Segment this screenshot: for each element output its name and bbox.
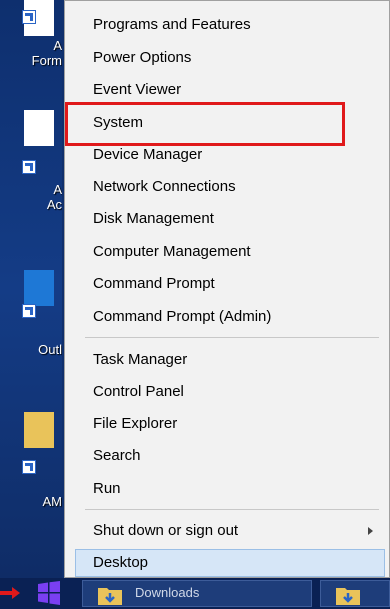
desktop-shortcut-label-1: A Form bbox=[31, 38, 62, 68]
taskbar-item-label: Downloads bbox=[135, 585, 200, 600]
folder-icon bbox=[336, 588, 360, 605]
menu-item-programs-features[interactable]: Programs and Features bbox=[93, 11, 251, 39]
taskbar-item-downloads[interactable]: Downloads bbox=[82, 580, 312, 607]
submenu-arrow-icon bbox=[368, 527, 373, 535]
folder-icon bbox=[24, 412, 54, 448]
desktop-shortcut-label-2: A Ac bbox=[46, 182, 62, 212]
menu-item-control-panel[interactable]: Control Panel bbox=[93, 378, 184, 406]
menu-separator bbox=[85, 337, 379, 338]
annotation-arrow-icon bbox=[0, 587, 20, 599]
desktop-shortcut-label-3: Outl bbox=[38, 342, 62, 357]
desktop-shortcut-1[interactable]: A Form bbox=[0, 0, 62, 80]
desktop-shortcut-label-4: AM bbox=[42, 494, 63, 509]
outlook-icon bbox=[24, 270, 54, 306]
menu-item-task-manager[interactable]: Task Manager bbox=[93, 346, 187, 374]
menu-item-command-prompt[interactable]: Command Prompt bbox=[93, 270, 215, 298]
winx-context-menu: Programs and Features Power Options Even… bbox=[64, 0, 390, 578]
windows-start-icon[interactable] bbox=[38, 581, 60, 605]
document-icon bbox=[24, 110, 54, 146]
desktop-shortcut-4[interactable]: AM bbox=[0, 412, 62, 522]
shortcut-arrow-icon bbox=[22, 304, 36, 318]
menu-item-disk-management[interactable]: Disk Management bbox=[93, 205, 214, 233]
menu-separator bbox=[85, 509, 379, 510]
desktop-shortcut-2[interactable]: A Ac bbox=[0, 110, 62, 230]
menu-item-search[interactable]: Search bbox=[93, 442, 141, 470]
annotation-highlight-box bbox=[65, 102, 345, 146]
taskbar: Downloads bbox=[0, 578, 390, 609]
menu-item-shutdown-sign-out[interactable]: Shut down or sign out bbox=[93, 517, 238, 545]
folder-icon bbox=[98, 588, 122, 605]
desktop-shortcut-3[interactable]: Outl bbox=[0, 270, 62, 370]
menu-item-power-options[interactable]: Power Options bbox=[93, 44, 191, 72]
menu-item-file-explorer[interactable]: File Explorer bbox=[93, 410, 177, 438]
shortcut-arrow-icon bbox=[22, 160, 36, 174]
menu-item-event-viewer[interactable]: Event Viewer bbox=[93, 76, 181, 104]
shortcut-arrow-icon bbox=[22, 460, 36, 474]
shortcut-arrow-icon bbox=[22, 10, 36, 24]
menu-item-computer-management[interactable]: Computer Management bbox=[93, 238, 251, 266]
menu-item-network-connections[interactable]: Network Connections bbox=[93, 173, 236, 201]
taskbar-item-2[interactable] bbox=[320, 580, 390, 607]
desktop-background: A Form A Ac Outl AM bbox=[0, 0, 62, 578]
menu-item-desktop[interactable]: Desktop bbox=[93, 549, 148, 577]
menu-item-run[interactable]: Run bbox=[93, 475, 121, 503]
menu-item-command-prompt-admin[interactable]: Command Prompt (Admin) bbox=[93, 303, 271, 331]
